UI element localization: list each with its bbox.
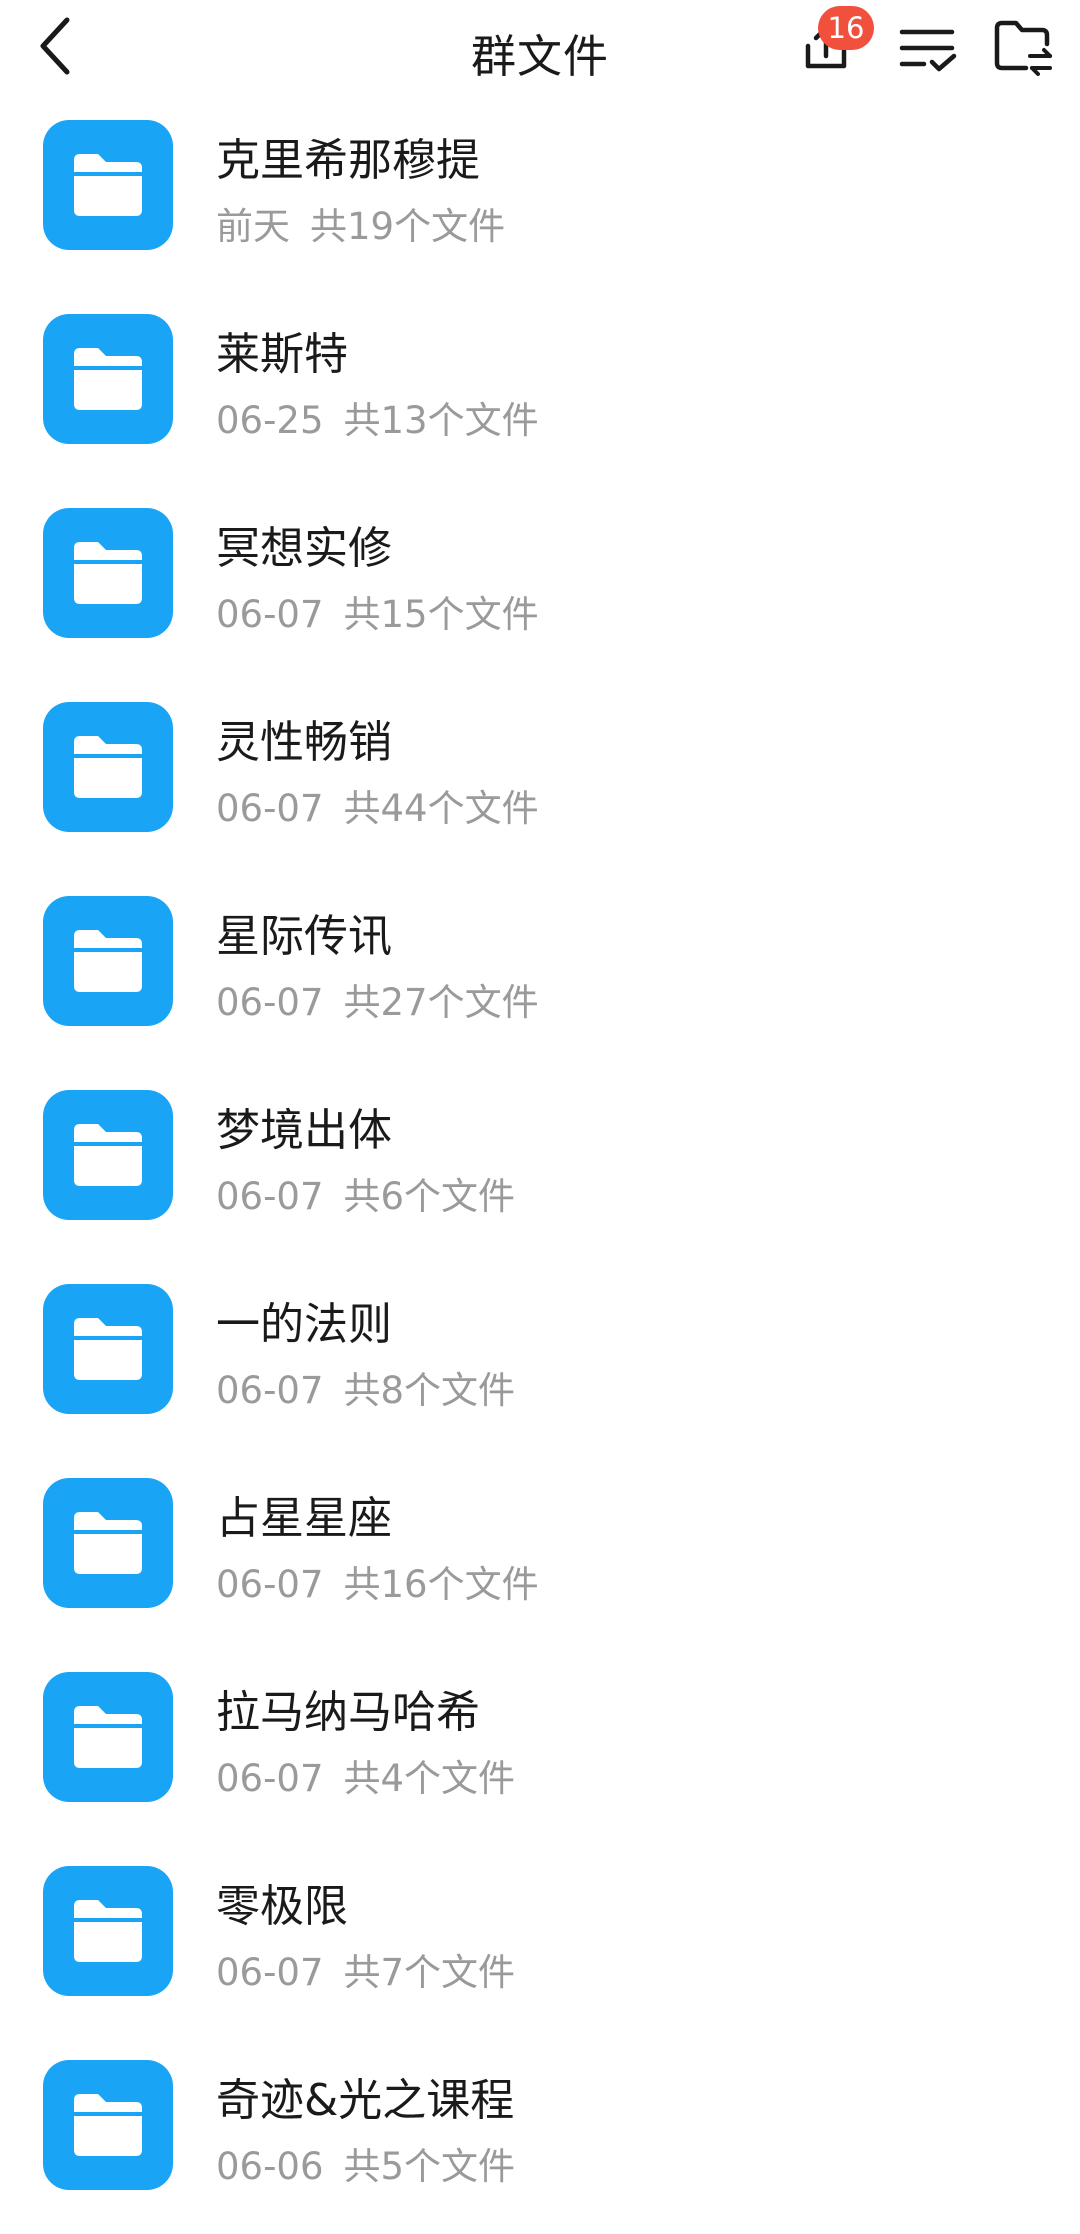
folder-switch-icon[interactable] <box>992 16 1056 80</box>
folder-meta: 06-07 共15个文件 <box>216 584 539 638</box>
folder-icon <box>43 2060 173 2190</box>
folder-date: 06-07 <box>216 1369 324 1412</box>
folder-icon <box>43 1478 173 1608</box>
folder-row[interactable]: 奇迹&光之课程 06-06 共5个文件 <box>0 2040 1080 2234</box>
folder-name: 梦境出体 <box>216 1105 392 1156</box>
folder-file-count: 共6个文件 <box>343 1175 516 1218</box>
folder-date: 06-07 <box>216 787 324 830</box>
folder-date: 06-07 <box>216 981 324 1024</box>
folder-file-count: 共16个文件 <box>343 1563 539 1606</box>
folder-icon <box>43 1090 173 1220</box>
folder-icon <box>43 896 173 1026</box>
folder-file-count: 共27个文件 <box>343 981 539 1024</box>
folder-name: 零极限 <box>216 1881 348 1932</box>
folder-meta: 06-07 共8个文件 <box>216 1360 515 1414</box>
folder-meta: 06-07 共4个文件 <box>216 1748 515 1802</box>
folder-name: 冥想实修 <box>216 523 392 574</box>
folder-file-count: 共44个文件 <box>343 787 539 830</box>
folder-row[interactable]: 拉马纳马哈希 06-07 共4个文件 <box>0 1652 1080 1846</box>
sort-list-icon[interactable] <box>896 16 960 80</box>
folder-date: 06-07 <box>216 1175 324 1218</box>
folder-meta: 06-07 共27个文件 <box>216 972 539 1026</box>
folder-meta: 06-06 共5个文件 <box>216 2136 515 2190</box>
folder-meta: 前天 共19个文件 <box>216 196 505 250</box>
top-bar: 群文件 16 <box>0 0 1080 100</box>
folder-row[interactable]: 梦境出体 06-07 共6个文件 <box>0 1070 1080 1264</box>
folder-row[interactable]: 星际传讯 06-07 共27个文件 <box>0 876 1080 1070</box>
folder-date: 06-06 <box>216 2145 324 2188</box>
folder-row[interactable]: 零极限 06-07 共7个文件 <box>0 1846 1080 2040</box>
folder-icon <box>43 120 173 250</box>
folder-file-count: 共15个文件 <box>343 593 539 636</box>
folder-file-count: 共13个文件 <box>343 399 539 442</box>
folder-icon <box>43 314 173 444</box>
folder-file-count: 共7个文件 <box>343 1951 516 1994</box>
folder-meta: 06-07 共7个文件 <box>216 1942 515 1996</box>
folder-row[interactable]: 冥想实修 06-07 共15个文件 <box>0 488 1080 682</box>
folder-icon <box>43 1866 173 1996</box>
folder-name: 拉马纳马哈希 <box>216 1687 480 1738</box>
folder-icon <box>43 1284 173 1414</box>
folder-row[interactable]: 灵性畅销 06-07 共44个文件 <box>0 682 1080 876</box>
folder-name: 莱斯特 <box>216 329 348 380</box>
folder-name: 星际传讯 <box>216 911 392 962</box>
folder-file-count: 共5个文件 <box>343 2145 516 2188</box>
folder-name: 占星星座 <box>216 1493 392 1544</box>
folder-icon <box>43 702 173 832</box>
folder-date: 06-07 <box>216 1951 324 1994</box>
folder-row[interactable]: 莱斯特 06-25 共13个文件 <box>0 294 1080 488</box>
folder-name: 奇迹&光之课程 <box>216 2075 515 2126</box>
folder-date: 06-07 <box>216 593 324 636</box>
folder-meta: 06-25 共13个文件 <box>216 390 539 444</box>
folder-name: 灵性畅销 <box>216 717 392 768</box>
folder-meta: 06-07 共44个文件 <box>216 778 539 832</box>
folder-file-count: 共4个文件 <box>343 1757 516 1800</box>
folder-date: 前天 <box>216 205 290 248</box>
folder-row[interactable]: 占星星座 06-07 共16个文件 <box>0 1458 1080 1652</box>
folder-name: 克里希那穆提 <box>216 135 480 186</box>
folder-meta: 06-07 共6个文件 <box>216 1166 515 1220</box>
folder-name: 一的法则 <box>216 1299 392 1350</box>
folder-icon <box>43 1672 173 1802</box>
folder-icon <box>43 508 173 638</box>
folder-meta: 06-07 共16个文件 <box>216 1554 539 1608</box>
folder-row[interactable]: 一的法则 06-07 共8个文件 <box>0 1264 1080 1458</box>
folder-date: 06-07 <box>216 1757 324 1800</box>
folder-file-count: 共19个文件 <box>310 205 506 248</box>
folder-date: 06-07 <box>216 1563 324 1606</box>
folder-row[interactable]: 克里希那穆提 前天 共19个文件 <box>0 100 1080 294</box>
upload-count-badge: 16 <box>818 6 874 50</box>
folder-date: 06-25 <box>216 399 324 442</box>
folder-file-count: 共8个文件 <box>343 1369 516 1412</box>
